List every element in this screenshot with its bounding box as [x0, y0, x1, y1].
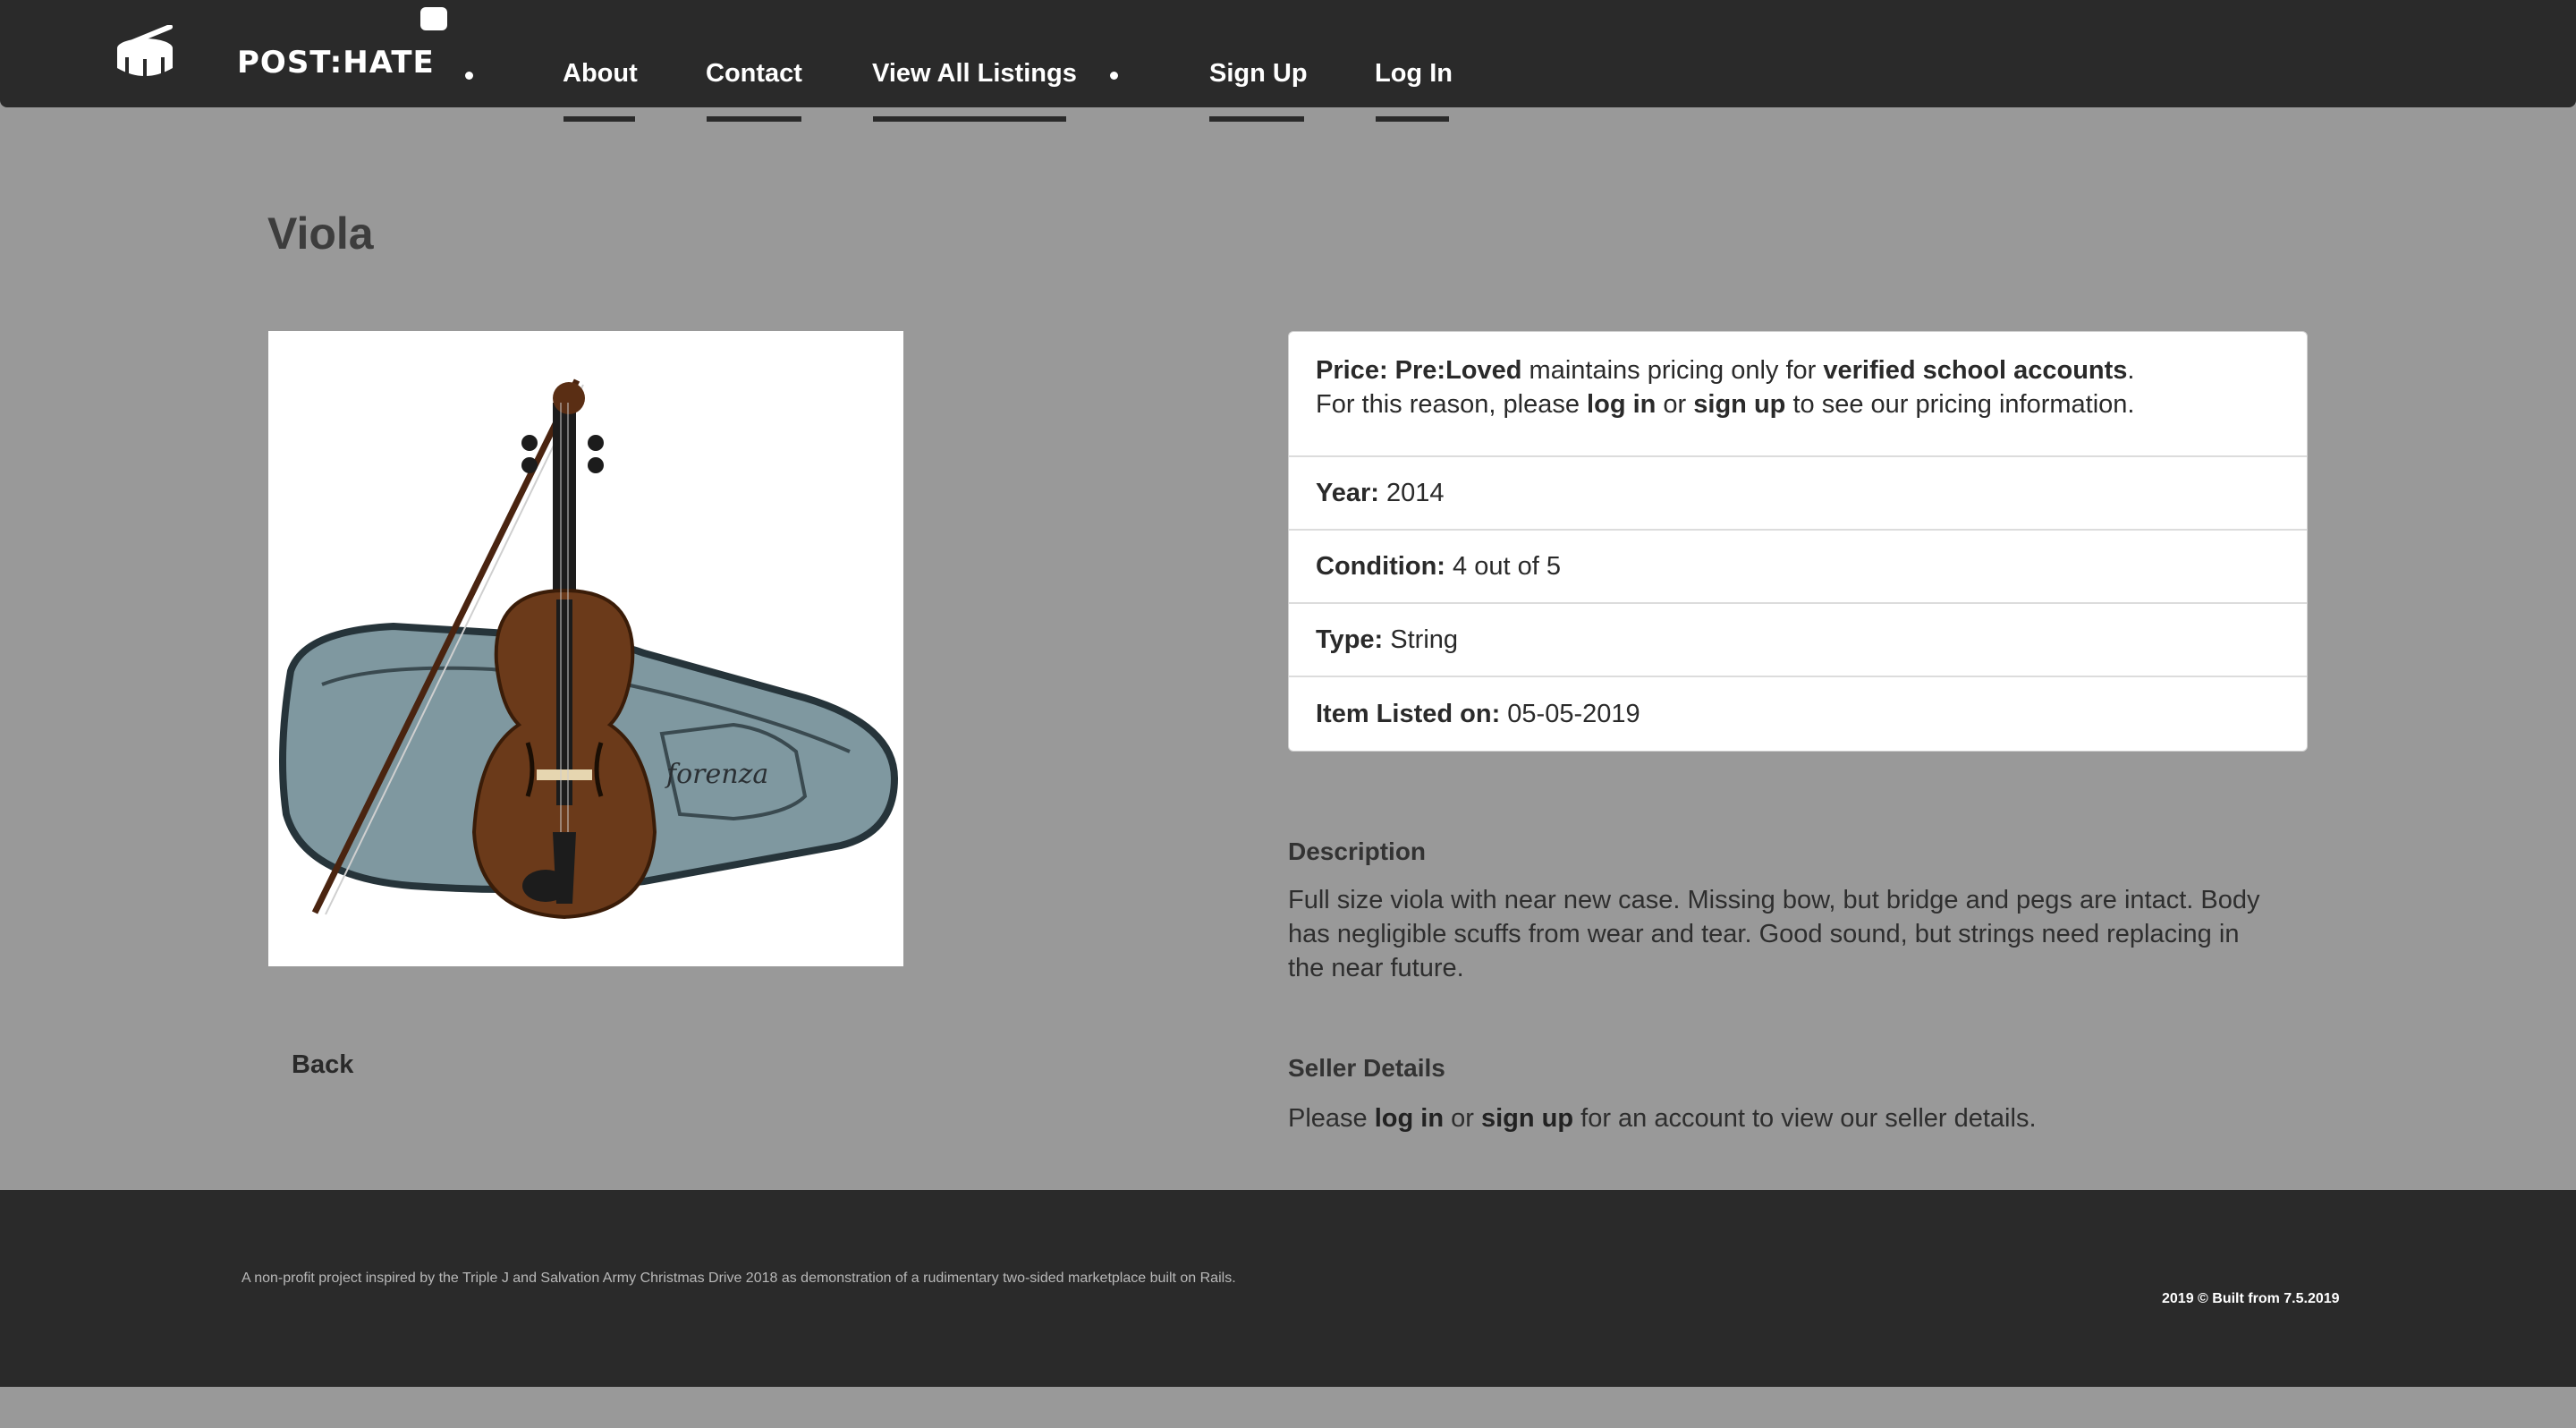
nav-separator-dot	[1110, 72, 1118, 80]
nav-underline-listings	[873, 116, 1066, 122]
year-row: Year: 2014	[1289, 457, 2307, 531]
seller-login-link[interactable]: log in	[1375, 1104, 1444, 1133]
price-login-link[interactable]: log in	[1587, 390, 1656, 419]
type-label: Type:	[1316, 625, 1384, 654]
nav-underline-login	[1376, 116, 1449, 122]
navbar: POST:HATE About Contact View All Listing…	[0, 0, 2576, 107]
back-link[interactable]: Back	[292, 1050, 353, 1080]
nav-link-log-in[interactable]: Log In	[1375, 59, 1453, 89]
nav-underline-signup	[1209, 116, 1304, 122]
year-value: 2014	[1386, 478, 1445, 507]
seller-signup-link[interactable]: sign up	[1481, 1104, 1573, 1133]
listed-date-label: Item Listed on:	[1316, 699, 1501, 728]
nav-link-contact[interactable]: Contact	[706, 59, 802, 89]
price-signup-link[interactable]: sign up	[1693, 390, 1785, 419]
price-text: maintains pricing only for	[1521, 356, 1824, 385]
seller-details-text: Please log in or sign up for an account …	[1288, 1104, 2037, 1133]
condition-value: 4 out of 5	[1453, 551, 1561, 581]
description-heading: Description	[1288, 837, 1427, 865]
nav-link-sign-up[interactable]: Sign Up	[1209, 59, 1308, 89]
product-image: forenza	[268, 331, 903, 966]
verified-accounts-text: verified school accounts	[1823, 356, 2128, 385]
case-logo-text: forenza	[665, 759, 768, 790]
nav-link-view-all-listings[interactable]: View All Listings	[872, 59, 1077, 89]
nav-underline-about	[564, 116, 635, 122]
condition-row: Condition: 4 out of 5	[1289, 531, 2307, 604]
footer-description: A non-profit project inspired by the Tri…	[242, 1271, 1236, 1286]
price-label: Price:	[1316, 356, 1388, 385]
type-value: String	[1390, 625, 1459, 654]
description-text: Full size viola with near new case. Miss…	[1288, 886, 2260, 982]
type-row: Type: String	[1289, 604, 2307, 677]
brand-inline: Pre:Loved	[1394, 356, 1522, 385]
nav-underline-contact	[707, 116, 801, 122]
listed-date-value: 05-05-2019	[1507, 699, 1640, 728]
footer: A non-profit project inspired by the Tri…	[0, 1190, 2576, 1387]
viola-illustration: forenza	[279, 378, 899, 920]
nav-separator-dot	[465, 72, 473, 80]
page-title: Viola	[267, 208, 374, 259]
year-label: Year:	[1316, 478, 1379, 507]
nav-toggle-button[interactable]	[420, 7, 447, 30]
brand-name[interactable]: POST:HATE	[237, 45, 435, 81]
condition-label: Condition:	[1316, 551, 1445, 581]
nav-link-about[interactable]: About	[563, 59, 638, 89]
listing-details-card: Price: Pre:Loved maintains pricing only …	[1288, 331, 2308, 752]
price-row: Price: Pre:Loved maintains pricing only …	[1289, 332, 2307, 457]
drum-logo-icon[interactable]	[114, 24, 177, 81]
listed-date-row: Item Listed on: 05-05-2019	[1289, 677, 2307, 751]
seller-details-heading: Seller Details	[1288, 1054, 1445, 1082]
footer-copyright: 2019 © Built from 7.5.2019	[2162, 1291, 2340, 1306]
